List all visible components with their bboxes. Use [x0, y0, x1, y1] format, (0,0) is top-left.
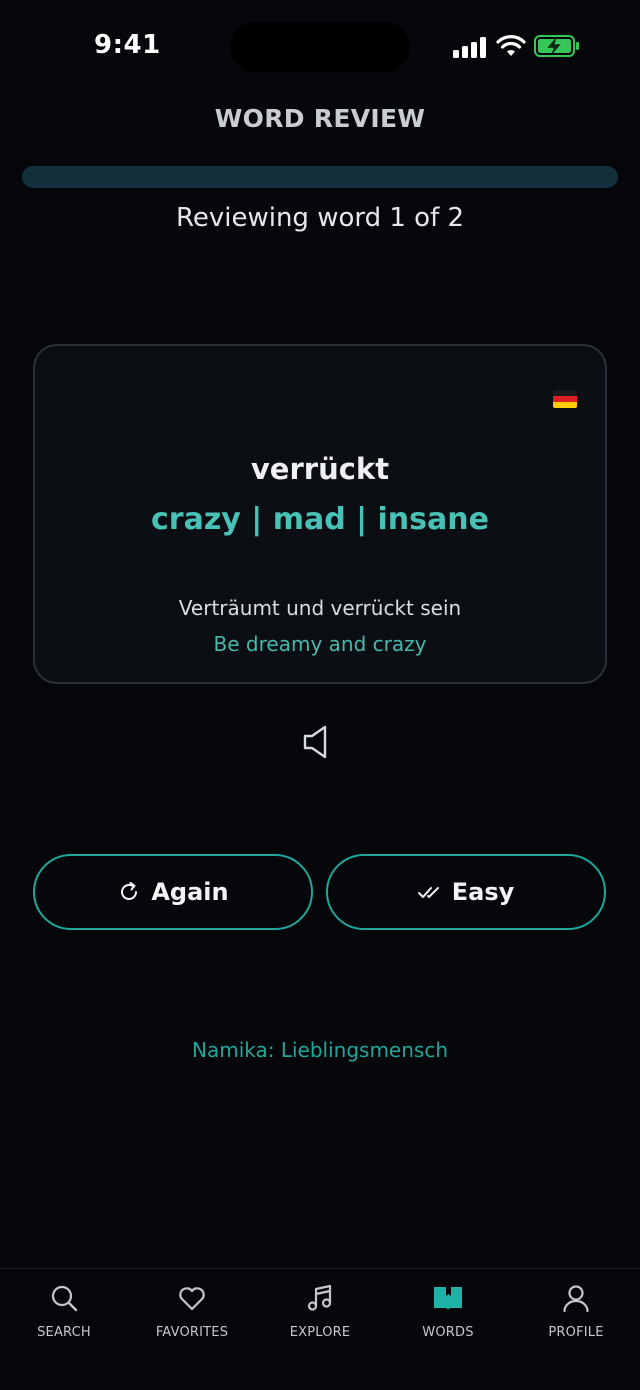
word-text: verrückt	[250, 452, 390, 486]
translations-text: crazy | mad | insane	[151, 502, 489, 537]
easy-label: Easy	[451, 878, 515, 906]
signal-icon	[453, 36, 487, 58]
example-translation: Be dreamy and crazy	[213, 632, 427, 656]
speaker-icon[interactable]	[300, 724, 334, 760]
tab-label: PROFILE	[548, 1325, 604, 1340]
flashcard[interactable]: verrückt crazy | mad | insane Verträumt …	[33, 344, 607, 684]
tab-label: EXPLORE	[289, 1325, 351, 1340]
double-check-icon	[417, 887, 439, 898]
wifi-icon	[496, 35, 526, 56]
example-sentence: Verträumt und verrückt sein	[178, 596, 462, 620]
page-title: WORD REVIEW	[214, 104, 426, 133]
tab-label: WORDS	[422, 1325, 474, 1340]
song-source-link[interactable]: Namika: Lieblingsmensch	[0, 1038, 640, 1062]
tab-search[interactable]: SEARCH	[0, 1283, 128, 1353]
status-time: 9:41	[94, 30, 161, 60]
status-bar: 9:41	[0, 0, 640, 96]
tab-words[interactable]: WORDS	[384, 1283, 512, 1353]
tab-label: SEARCH	[37, 1325, 91, 1340]
refresh-icon	[121, 882, 138, 900]
tab-explore[interactable]: EXPLORE	[256, 1283, 384, 1353]
heart-icon	[179, 1287, 205, 1311]
again-button[interactable]: Again	[33, 854, 313, 930]
tab-bar: SEARCH FAVORITES EXPLORE WORDS PROFILE	[0, 1268, 640, 1390]
search-icon	[51, 1285, 78, 1312]
tab-favorites[interactable]: FAVORITES	[128, 1283, 256, 1353]
easy-button[interactable]: Easy	[326, 854, 606, 930]
again-label: Again	[151, 878, 229, 906]
germany-flag-icon	[553, 390, 577, 408]
word-review-screen: 9:41 WORD REVIEW Reviewing word 1 of 2 v…	[0, 0, 640, 1390]
tab-label: FAVORITES	[155, 1325, 229, 1340]
progress-text: Reviewing word 1 of 2	[175, 203, 465, 233]
tab-profile[interactable]: PROFILE	[512, 1283, 640, 1353]
music-note-icon	[307, 1284, 332, 1311]
user-icon	[563, 1285, 589, 1313]
dynamic-island	[230, 22, 410, 72]
review-progress-bar	[22, 166, 618, 188]
book-icon	[434, 1286, 462, 1310]
battery-charging-icon	[534, 35, 579, 57]
